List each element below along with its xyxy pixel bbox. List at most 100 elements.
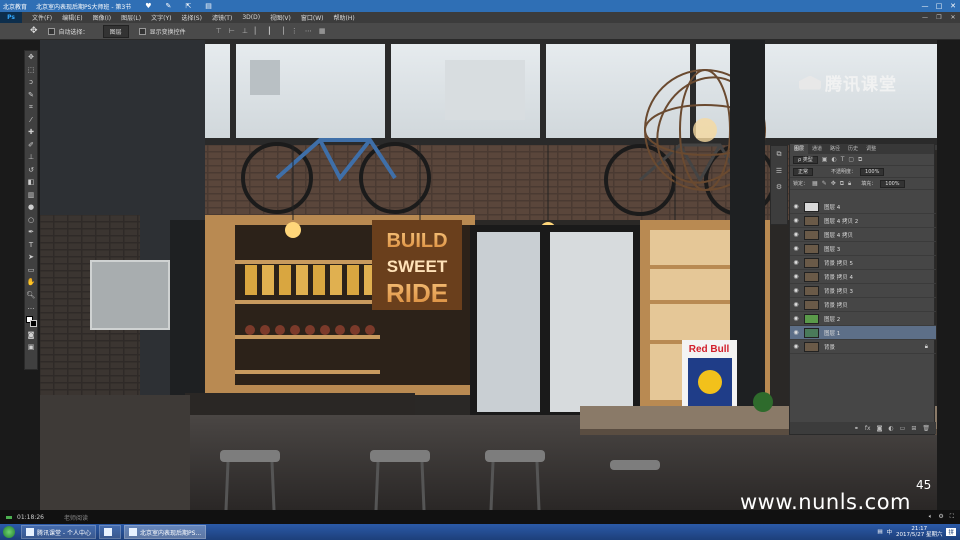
brush-tool-icon[interactable]: ✐ [25, 139, 37, 152]
menu-file[interactable]: 文件(F) [32, 13, 52, 22]
history-panel-icon[interactable]: ⧉ [777, 150, 782, 159]
start-button[interactable] [0, 524, 18, 540]
add-mask-icon[interactable]: ◙ [877, 425, 883, 432]
network-icon[interactable]: ▤ [877, 529, 882, 535]
show-transform-checkbox[interactable] [138, 27, 146, 35]
layer-row-selected[interactable]: ◉ 图层 1 [790, 326, 936, 340]
heart-icon[interactable]: ♥ [145, 2, 151, 10]
layer-filter-dropdown[interactable]: ρ 类型 [793, 155, 818, 164]
layer-row[interactable]: ◉ 图层 2 [790, 312, 936, 326]
auto-select-checkbox[interactable] [47, 27, 55, 35]
filter-pixel-icon[interactable]: ▣ [822, 156, 828, 164]
align-bottom-icon[interactable]: ⊥ [242, 27, 248, 35]
visibility-eye-icon[interactable]: ◉ [790, 273, 802, 280]
path-select-icon[interactable]: ➤ [25, 251, 37, 264]
align-middle-icon[interactable]: ⊢ [229, 27, 235, 35]
visibility-eye-icon[interactable]: ◉ [790, 203, 802, 210]
layer-row[interactable]: ◉ 背景 拷贝 5 [790, 256, 936, 270]
history-brush-icon[interactable]: ↺ [25, 164, 37, 177]
taskbar-item[interactable] [98, 525, 121, 539]
tab-adjustments[interactable]: 调整 [862, 144, 880, 154]
tab-paths[interactable]: 路径 [826, 144, 844, 154]
adjustments-panel-icon[interactable]: ☰ [776, 167, 782, 175]
layer-row[interactable]: ◉ 背景 拷贝 4 [790, 270, 936, 284]
tab-layers[interactable]: 图层 [790, 144, 809, 154]
auto-select-dropdown[interactable]: 图层 [102, 24, 129, 38]
eraser-tool-icon[interactable]: ◧ [25, 176, 37, 189]
shape-tool-icon[interactable]: ▭ [25, 264, 37, 277]
eyedropper-icon[interactable]: ⁄ [25, 114, 37, 127]
close-button[interactable]: ✕ [946, 0, 960, 12]
ps-close-button[interactable]: ✕ [946, 14, 960, 21]
fill-input[interactable]: 100% [880, 179, 905, 188]
lock-transparent-icon[interactable]: ▦ [812, 180, 818, 188]
taskbar-item[interactable]: 腾讯课堂 - 个人中心 [21, 525, 96, 539]
auto-align-icon[interactable]: ▦ [319, 27, 326, 35]
layer-row[interactable]: ◉ 图层 4 [790, 200, 936, 214]
menu-view[interactable]: 视图(V) [270, 13, 291, 22]
ime-indicator[interactable]: 中 [887, 528, 893, 536]
filter-shape-icon[interactable]: ▢ [848, 156, 854, 164]
tab-history[interactable]: 历史 [844, 144, 862, 154]
quick-mask-icon[interactable]: ◙ [25, 329, 37, 342]
dodge-tool-icon[interactable]: ○ [25, 214, 37, 227]
type-tool-icon[interactable]: T [25, 239, 37, 252]
visibility-eye-icon[interactable]: ◉ [790, 217, 802, 224]
opacity-input[interactable]: 100% [860, 167, 885, 176]
properties-panel-icon[interactable]: ⚙ [776, 183, 782, 191]
volume-icon[interactable]: 🔈︎ [929, 513, 933, 521]
quick-select-icon[interactable]: ✎ [25, 89, 37, 102]
align-center-icon[interactable]: ┃ [267, 27, 271, 35]
ps-minimize-button[interactable]: — [918, 14, 932, 21]
share-icon[interactable]: ⇱ [185, 2, 191, 10]
visibility-eye-icon[interactable]: ◉ [790, 231, 802, 238]
layer-row[interactable]: ◉ 背景 拷贝 3 [790, 284, 936, 298]
lock-artboard-icon[interactable]: ⧉ [840, 180, 844, 188]
lasso-tool-icon[interactable]: ↄ [25, 76, 37, 89]
visibility-eye-icon[interactable]: ◉ [790, 259, 802, 266]
ps-restore-button[interactable]: ❐ [932, 14, 946, 21]
layer-row[interactable]: ◉ 图层 4 拷贝 2 [790, 214, 936, 228]
menu-filter[interactable]: 滤镜(T) [212, 13, 232, 22]
distribute-icon[interactable]: ⋮ [291, 27, 298, 35]
visibility-eye-icon[interactable]: ◉ [790, 245, 802, 252]
delete-layer-icon[interactable]: 🗑︎ [922, 425, 930, 432]
layer-row[interactable]: ◉ 背景 🔒︎ [790, 340, 936, 354]
pen-tool-icon[interactable]: ✒ [25, 226, 37, 239]
settings-icon[interactable]: ⚙ [938, 513, 943, 521]
filter-type-icon[interactable]: T [841, 156, 845, 164]
blur-tool-icon[interactable]: ● [25, 201, 37, 214]
filter-adjust-icon[interactable]: ◐ [831, 156, 836, 164]
layer-style-icon[interactable]: fx [865, 425, 871, 432]
visibility-eye-icon[interactable]: ◉ [790, 315, 802, 322]
visibility-eye-icon[interactable]: ◉ [790, 329, 802, 336]
visibility-eye-icon[interactable]: ◉ [790, 343, 802, 350]
menu-layer[interactable]: 图层(L) [121, 13, 141, 22]
edit-icon[interactable]: ✎ [166, 2, 172, 10]
minimize-button[interactable]: — [918, 0, 932, 12]
lock-pixels-icon[interactable]: ✎ [822, 180, 827, 188]
filter-smart-icon[interactable]: ⧉ [858, 156, 862, 164]
menu-select[interactable]: 选择(S) [181, 13, 202, 22]
maximize-button[interactable]: □ [932, 0, 946, 12]
visibility-eye-icon[interactable]: ◉ [790, 287, 802, 294]
align-right-icon[interactable]: ▕ [279, 27, 284, 35]
progress-bar[interactable] [6, 515, 12, 519]
crop-tool-icon[interactable]: ⌗ [25, 101, 37, 114]
lock-all-icon[interactable]: 🔒︎ [848, 180, 851, 188]
hand-tool-icon[interactable]: ✋ [25, 276, 37, 289]
new-layer-icon[interactable]: ⊞ [911, 425, 916, 432]
note-icon[interactable]: ▤ [205, 2, 212, 10]
healing-brush-icon[interactable]: ✚ [25, 126, 37, 139]
move-tool-icon[interactable]: ✥ [30, 26, 38, 36]
align-left-icon[interactable]: ▏ [255, 27, 260, 35]
distribute-h-icon[interactable]: ⋯ [305, 27, 312, 35]
menu-3d[interactable]: 3D(D) [242, 14, 260, 21]
gradient-tool-icon[interactable]: ▥ [25, 189, 37, 202]
align-top-icon[interactable]: ⊤ [216, 27, 222, 35]
clock[interactable]: 21:17 2017/5/27 星期六 [896, 526, 942, 538]
move-tool-icon[interactable]: ✥ [25, 51, 37, 64]
menu-image[interactable]: 图像(I) [93, 13, 111, 22]
layer-row[interactable]: ◉ 背景 拷贝 [790, 298, 936, 312]
new-adjustment-icon[interactable]: ◐ [888, 425, 893, 432]
